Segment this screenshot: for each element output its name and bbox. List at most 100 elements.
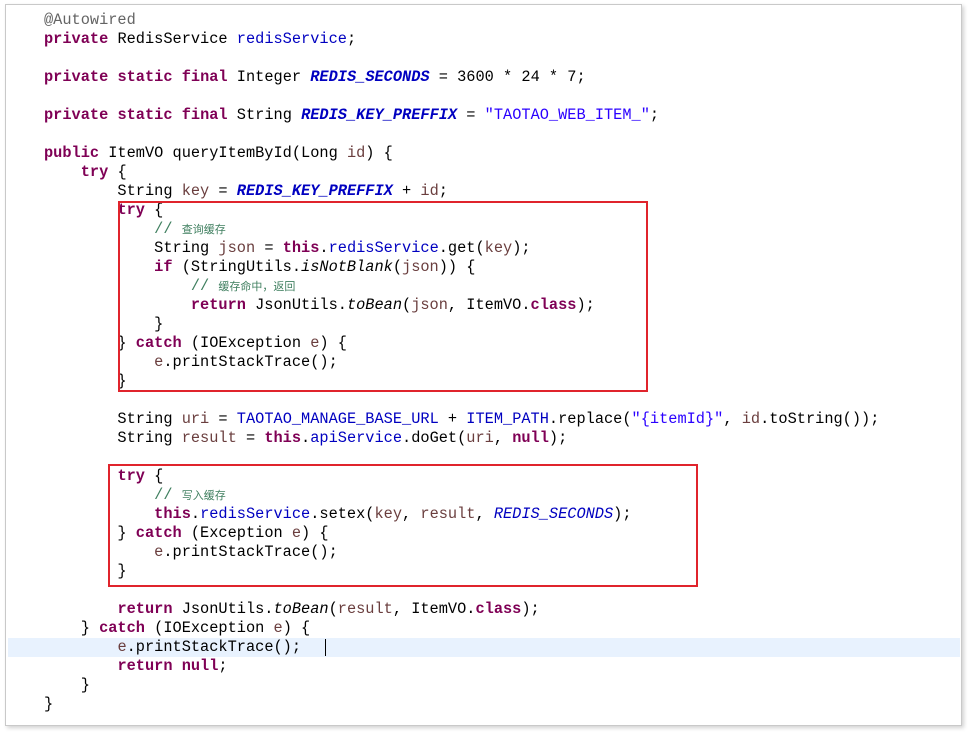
code-token: id (346, 144, 366, 162)
code-token: ) { (365, 144, 393, 162)
code-token: ; (649, 106, 660, 124)
code-token: .doGet( (402, 429, 467, 447)
code-line[interactable]: String uri = TAOTAO_MANAGE_BASE_URL + IT… (44, 410, 879, 429)
code-token: null (512, 429, 549, 447)
code-line[interactable]: private static final Integer REDIS_SECON… (44, 68, 586, 87)
code-token: uri (181, 410, 210, 428)
code-token: "{itemId}" (631, 410, 724, 428)
code-token: ; (438, 182, 448, 200)
code-token: , (723, 410, 742, 428)
code-token: RedisService (108, 30, 237, 48)
code-token: try (80, 163, 109, 181)
code-token: id (420, 182, 439, 200)
code-line[interactable]: private RedisService redisService; (44, 30, 356, 49)
code-token: toBean (273, 600, 329, 618)
code-token: . (301, 429, 311, 447)
code-token: result (181, 429, 237, 447)
code-token: Integer (227, 68, 311, 86)
code-token: static (117, 68, 173, 86)
code-token: REDIS_KEY_PREFFIX (301, 106, 458, 124)
code-token: ; (346, 30, 357, 48)
code-token: @Autowired (44, 11, 136, 29)
code-token: = 3600 * 24 * 7; (429, 68, 586, 86)
code-token: REDIS_SECONDS (310, 68, 430, 86)
code-token: key (181, 182, 210, 200)
code-token: redisService (236, 30, 347, 48)
code-token: public (44, 144, 100, 162)
code-token: , ItemVO. (392, 600, 476, 618)
code-token: ; (218, 657, 228, 675)
code-token: String (44, 429, 182, 447)
code-line[interactable]: e.printStackTrace(); (44, 638, 301, 657)
screenshot-canvas: @Autowired private RedisService redisServ… (0, 0, 970, 732)
code-token: null (181, 657, 219, 675)
code-token: final (181, 106, 228, 124)
code-token: .printStackTrace(); (126, 638, 302, 656)
code-token: REDIS_KEY_PREFFIX (236, 182, 393, 200)
code-token: final (181, 68, 228, 86)
code-token: + (438, 410, 467, 428)
code-token: String (44, 410, 182, 428)
code-token: ( (328, 600, 338, 618)
code-token: uri (466, 429, 494, 447)
code-line[interactable]: return JsonUtils.toBean(result, ItemVO.c… (44, 600, 540, 619)
code-line[interactable]: try { (44, 163, 127, 182)
code-token: private (44, 68, 109, 86)
code-token: = (236, 429, 265, 447)
text-cursor (325, 639, 326, 656)
code-token: } (44, 695, 54, 713)
code-token: private (44, 30, 109, 48)
code-token: id (741, 410, 761, 428)
code-token: this (264, 429, 302, 447)
code-token: return (117, 600, 173, 618)
code-token: = (457, 106, 485, 124)
code-token: private (44, 106, 109, 124)
redis-write-try-block-callout (108, 464, 698, 587)
code-line[interactable]: String result = this.apiService.doGet(ur… (44, 429, 567, 448)
code-line[interactable]: } (44, 372, 126, 391)
code-token: return (117, 657, 173, 675)
code-line[interactable]: return null; (44, 657, 228, 676)
code-token: } (44, 676, 90, 694)
code-token: (IOException (144, 619, 274, 637)
code-token: ITEM_PATH (466, 410, 549, 428)
code-token: .replace( (548, 410, 632, 428)
code-token: ); (521, 600, 540, 618)
code-line[interactable]: } (44, 695, 53, 714)
code-token: , (493, 429, 513, 447)
redis-read-try-block-callout (118, 201, 648, 392)
code-line[interactable]: @Autowired (44, 11, 136, 30)
code-token: class (475, 600, 522, 618)
code-token: ItemVO queryItemById(Long (99, 144, 347, 162)
code-token: ) { (282, 619, 311, 637)
code-line[interactable]: private static final String REDIS_KEY_PR… (44, 106, 659, 125)
code-token: .toString()); (760, 410, 880, 428)
code-line[interactable]: public ItemVO queryItemById(Long id) { (44, 144, 393, 163)
code-token: apiService (310, 429, 403, 447)
code-token: { (108, 163, 127, 181)
code-token: e (273, 619, 283, 637)
code-token: String (44, 182, 182, 200)
code-token: catch (99, 619, 145, 637)
code-token: JsonUtils. (172, 600, 274, 618)
code-line[interactable]: } catch (IOException e) { (44, 619, 311, 638)
code-token: static (117, 106, 173, 124)
code-line[interactable]: } (44, 676, 90, 695)
code-token: + (392, 182, 421, 200)
code-line[interactable]: String key = REDIS_KEY_PREFFIX + id; (44, 182, 448, 201)
code-token: result (337, 600, 393, 618)
code-token: String (227, 106, 302, 124)
code-token: } (44, 619, 100, 637)
code-token: = (209, 182, 237, 200)
code-token: TAOTAO_MANAGE_BASE_URL (236, 410, 439, 428)
code-token: = (209, 410, 237, 428)
